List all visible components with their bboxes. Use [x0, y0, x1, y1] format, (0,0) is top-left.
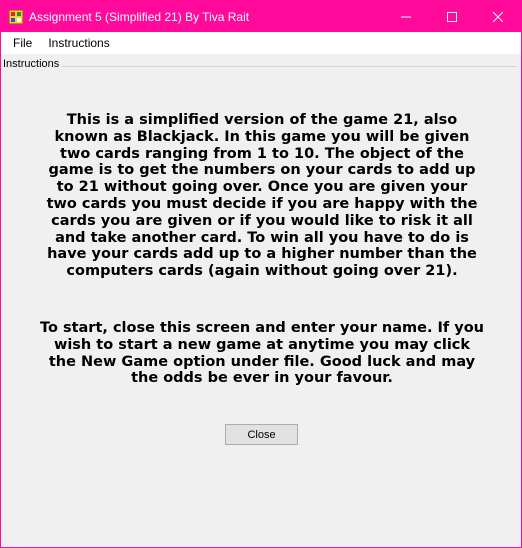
minimize-button[interactable]	[383, 1, 429, 32]
menu-instructions[interactable]: Instructions	[40, 33, 117, 53]
window-title: Assignment 5 (Simplified 21) By Tiva Rai…	[29, 9, 250, 24]
instructions-paragraph-1: This is a simplified version of the game…	[46, 112, 478, 280]
close-button[interactable]: Close	[225, 424, 298, 445]
maximize-button[interactable]	[429, 1, 475, 32]
groupbox-label: Instructions	[3, 58, 63, 70]
minimize-icon	[401, 16, 411, 17]
menu-bar: File Instructions	[1, 32, 521, 54]
content-area: Instructions This is a simplified versio…	[1, 54, 521, 547]
close-window-button[interactable]	[475, 1, 521, 32]
menu-file[interactable]: File	[5, 33, 40, 53]
close-icon	[493, 11, 503, 22]
title-bar[interactable]: Assignment 5 (Simplified 21) By Tiva Rai…	[1, 1, 521, 32]
app-icon[interactable]	[9, 9, 23, 24]
app-window: Assignment 5 (Simplified 21) By Tiva Rai…	[0, 0, 522, 548]
maximize-icon	[447, 11, 457, 22]
instructions-paragraph-2: To start, close this screen and enter yo…	[39, 320, 484, 387]
